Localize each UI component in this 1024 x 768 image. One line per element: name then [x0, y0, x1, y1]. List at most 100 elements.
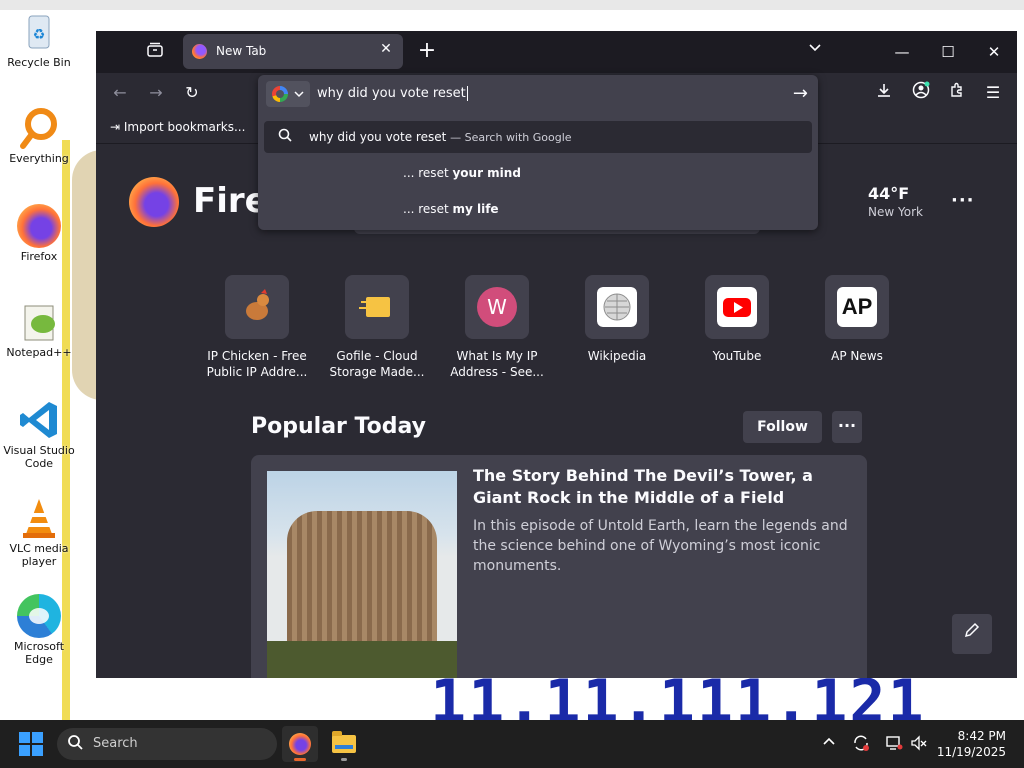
chevron-down-icon	[294, 85, 304, 106]
taskbar-firefox[interactable]	[282, 726, 318, 762]
downloads-button[interactable]	[872, 81, 896, 105]
desktop-icon-firefox[interactable]: Firefox	[2, 204, 76, 263]
desktop-icon-recycle-bin[interactable]: ♻ Recycle Bin	[2, 10, 76, 69]
edge-icon	[17, 594, 61, 638]
maximize-button[interactable]: ☐	[933, 39, 963, 65]
taskbar-search-placeholder: Search	[93, 736, 138, 751]
suggestion-text: why did you vote reset — Search with Goo…	[309, 130, 572, 144]
firefox-icon	[17, 204, 61, 248]
desktop-icon-vlc[interactable]: VLC media player	[2, 496, 76, 568]
menu-button[interactable]: ☰	[981, 81, 1005, 105]
windows-logo-icon	[19, 732, 30, 743]
tile-icon-box: AP	[825, 275, 889, 339]
youtube-play-icon	[717, 287, 757, 327]
top-sites: IP Chicken - Free Public IP Addre... Gofi…	[202, 275, 902, 385]
desktop-icon-label: Visual Studio Code	[3, 444, 75, 470]
desktop-icon-label: Notepad++	[6, 346, 72, 359]
tile-name: Gofile - Cloud Storage Made...	[329, 349, 425, 379]
top-site-tile[interactable]: AP AP News	[802, 275, 912, 364]
popular-today-heading: Popular Today	[251, 414, 427, 439]
weather-more-icon[interactable]: ···	[951, 190, 975, 211]
volume-muted-icon[interactable]	[909, 734, 929, 756]
show-hidden-icons-chevron-up-icon[interactable]	[819, 734, 839, 752]
network-icon[interactable]	[884, 734, 904, 756]
desktop-icon-edge[interactable]: Microsoft Edge	[2, 594, 76, 666]
desktop-icon-label: Recycle Bin	[7, 56, 71, 69]
follow-button[interactable]: Follow	[743, 411, 822, 443]
suggestion-text: ... reset your mind	[403, 166, 521, 180]
story-description: In this episode of Untold Earth, learn t…	[473, 518, 848, 574]
suggestion-item[interactable]: ... reset my life	[264, 193, 812, 225]
search-icon	[278, 128, 292, 146]
top-site-tile[interactable]: Gofile - Cloud Storage Made...	[322, 275, 432, 380]
system-clock[interactable]: 8:42 PM 11/19/2025	[936, 728, 1006, 760]
story-image	[267, 471, 457, 678]
desktop-icon-everything[interactable]: Everything	[2, 106, 76, 165]
tab-new-tab[interactable]: New Tab ✕	[183, 34, 403, 69]
suggestion-item[interactable]: ... reset your mind	[264, 157, 812, 189]
close-window-button[interactable]: ✕	[979, 39, 1009, 65]
google-icon	[272, 86, 288, 102]
url-input[interactable]: why did you vote reset →	[258, 75, 818, 113]
top-site-tile[interactable]: Wikipedia	[562, 275, 672, 364]
story-title: The Story Behind The Devil’s Tower, a Gi…	[473, 466, 813, 507]
desktop-icon-label: Microsoft Edge	[13, 640, 65, 666]
tile-name: What Is My IP Address - See...	[450, 349, 544, 379]
clock-date: 11/19/2025	[936, 745, 1006, 759]
extensions-button[interactable]	[945, 81, 969, 105]
tab-close-icon[interactable]: ✕	[377, 41, 395, 57]
tile-icon-box: W	[465, 275, 529, 339]
recycle-bin-icon: ♻	[17, 10, 61, 54]
weather-city: New York	[868, 205, 923, 219]
desktop-icon-notepadpp[interactable]: Notepad++	[2, 300, 76, 359]
search-engine-selector[interactable]	[266, 81, 310, 107]
account-button[interactable]	[909, 81, 933, 105]
urlbar-dropdown: why did you vote reset → why did you vot…	[258, 75, 818, 230]
minimize-button[interactable]: —	[887, 39, 917, 65]
story-card[interactable]: The Story Behind The Devil’s Tower, a Gi…	[251, 455, 867, 678]
list-all-tabs-chevron-icon[interactable]	[808, 41, 822, 57]
forward-button[interactable]: →	[144, 81, 168, 105]
firefox-view-icon	[147, 42, 163, 57]
running-indicator	[341, 758, 347, 761]
import-icon: ⇥	[110, 120, 121, 134]
url-text[interactable]: why did you vote reset	[317, 86, 468, 101]
back-button[interactable]: ←	[108, 81, 132, 105]
popular-more-icon[interactable]: ···	[832, 411, 862, 443]
import-bookmarks-button[interactable]: ⇥ Import bookmarks...	[110, 120, 245, 134]
suggestion-search-google[interactable]: why did you vote reset — Search with Goo…	[264, 121, 812, 153]
firefox-view-button[interactable]	[144, 41, 166, 63]
suggestion-text: ... reset my life	[403, 202, 499, 216]
top-site-tile[interactable]: W What Is My IP Address - See...	[442, 275, 552, 380]
firefox-icon	[289, 733, 311, 755]
vlc-cone-icon	[17, 496, 61, 540]
taskbar-search[interactable]: Search	[57, 728, 277, 760]
sync-icon[interactable]	[851, 734, 871, 756]
taskbar-file-explorer[interactable]	[326, 726, 362, 762]
ap-logo-icon: AP	[837, 287, 877, 327]
go-arrow-icon[interactable]: →	[793, 83, 808, 104]
notepadpp-icon	[17, 300, 61, 344]
tile-name: Wikipedia	[587, 349, 647, 363]
start-button[interactable]	[19, 732, 43, 756]
tile-name: YouTube	[712, 349, 762, 363]
top-site-tile[interactable]: IP Chicken - Free Public IP Addre...	[202, 275, 312, 380]
tile-icon-box	[225, 275, 289, 339]
weather-widget[interactable]: 44°F New York	[868, 184, 923, 219]
customize-button[interactable]	[952, 614, 992, 654]
tile-name: IP Chicken - Free Public IP Addre...	[206, 349, 308, 379]
tab-title: New Tab	[216, 44, 267, 58]
letter-w-icon: W	[477, 287, 517, 327]
svg-text:♻: ♻	[33, 27, 46, 43]
tab-strip: New Tab ✕ + — ☐ ✕	[96, 31, 1017, 73]
gofile-folder-icon	[359, 297, 390, 317]
vscode-icon	[17, 398, 61, 442]
running-indicator	[294, 758, 306, 761]
top-site-tile[interactable]: YouTube	[682, 275, 792, 364]
story-image-trees	[267, 641, 457, 678]
desktop-icon-vscode[interactable]: Visual Studio Code	[2, 398, 76, 470]
tile-icon-box	[585, 275, 649, 339]
reload-button[interactable]: ↻	[180, 81, 204, 105]
import-bookmarks-label: Import bookmarks...	[123, 120, 246, 134]
new-tab-button[interactable]: +	[416, 39, 438, 63]
